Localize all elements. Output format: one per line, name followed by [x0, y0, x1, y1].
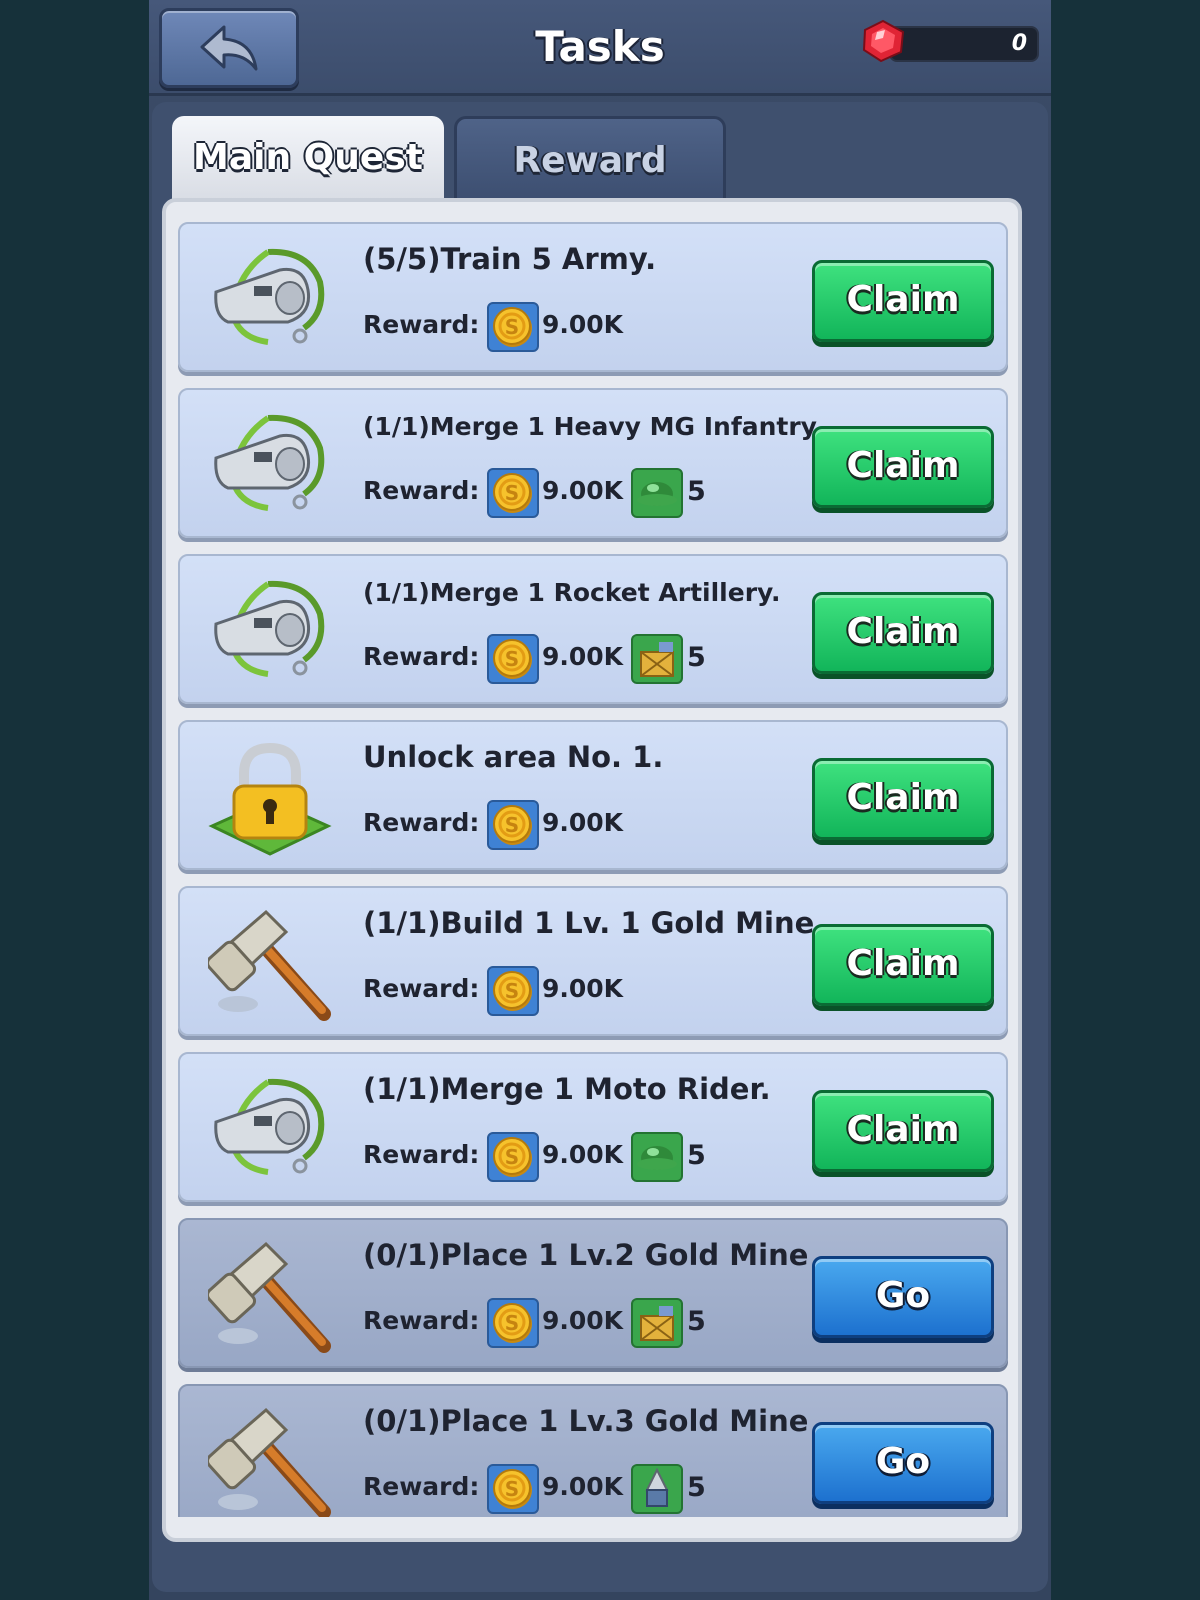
quest-list: (5/5)Train 5 Army. Reward: S 9.00K Claim…: [178, 222, 1008, 1517]
hammer-icon: [205, 906, 332, 1024]
quest-row: (5/5)Train 5 Army. Reward: S 9.00K Claim: [178, 222, 1008, 372]
svg-text:S: S: [505, 481, 519, 505]
tab-reward-quest[interactable]: Reward Quest: [454, 116, 726, 265]
quest-panel: Main Quest Reward Quest (5/5)Train 5 Arm…: [152, 102, 1048, 1592]
reward-label: Reward:: [363, 642, 480, 671]
svg-text:S: S: [505, 315, 519, 339]
hammer-icon: [205, 1238, 332, 1356]
coin-amount: 9.00K: [542, 476, 624, 505]
svg-text:S: S: [505, 647, 519, 671]
svg-text:S: S: [505, 1311, 519, 1335]
extra-amount: 5: [687, 642, 706, 673]
quest-row: (1/1)Merge 1 Moto Rider. Reward: S 9.00K…: [178, 1052, 1008, 1202]
helmet-icon: [631, 1132, 683, 1182]
claim-button[interactable]: Claim: [812, 1090, 994, 1172]
quest-title: (1/1)Merge 1 Moto Rider.: [363, 1072, 771, 1106]
svg-text:S: S: [505, 1145, 519, 1169]
quest-title: (5/5)Train 5 Army.: [363, 242, 657, 276]
tab-main-quest[interactable]: Main Quest: [172, 116, 444, 202]
padlock-icon: [208, 740, 332, 858]
gem-count: 0: [1011, 31, 1027, 56]
reward-label: Reward:: [363, 310, 480, 339]
claim-button[interactable]: Claim: [812, 260, 994, 342]
quest-title: (1/1)Merge 1 Heavy MG Infantry.: [363, 412, 825, 441]
extra-amount: 5: [687, 1306, 706, 1337]
quest-row: (0/1)Place 1 Lv.2 Gold Mine Reward: S 9.…: [178, 1218, 1008, 1368]
quest-title: (0/1)Place 1 Lv.3 Gold Mine: [363, 1404, 809, 1438]
drill-icon: [631, 1464, 683, 1514]
gold-coin-icon: S: [487, 468, 539, 518]
reward-label: Reward:: [363, 1472, 480, 1501]
reward-label: Reward:: [363, 808, 480, 837]
supply-crate-icon: [631, 1298, 683, 1348]
svg-text:S: S: [505, 813, 519, 837]
extra-amount: 5: [687, 476, 706, 507]
extra-amount: 5: [687, 1140, 706, 1171]
game-screen: Tasks 0 Main Quest Reward Quest (5/5)Tra…: [149, 0, 1051, 1600]
whistle-icon: [208, 1072, 332, 1190]
coin-amount: 9.00K: [542, 974, 624, 1003]
gold-coin-icon: S: [487, 966, 539, 1016]
claim-button[interactable]: Claim: [812, 592, 994, 674]
quest-title: (1/1)Merge 1 Rocket Artillery.: [363, 578, 781, 607]
coin-amount: 9.00K: [542, 642, 624, 671]
quest-row: (1/1)Merge 1 Heavy MG Infantry. Reward: …: [178, 388, 1008, 538]
whistle-icon: [208, 242, 332, 360]
quest-title: (1/1)Build 1 Lv. 1 Gold Mine: [363, 906, 815, 940]
reward-label: Reward:: [363, 1140, 480, 1169]
quest-list-container[interactable]: (5/5)Train 5 Army. Reward: S 9.00K Claim…: [162, 198, 1022, 1542]
gold-coin-icon: S: [487, 1464, 539, 1514]
gem-counter: 0: [889, 26, 1039, 62]
quest-row: Unlock area No. 1. Reward: S 9.00K Claim: [178, 720, 1008, 870]
gold-coin-icon: S: [487, 302, 539, 352]
gold-coin-icon: S: [487, 1298, 539, 1348]
gold-coin-icon: S: [487, 634, 539, 684]
coin-amount: 9.00K: [542, 1306, 624, 1335]
reward-label: Reward:: [363, 476, 480, 505]
coin-amount: 9.00K: [542, 1140, 624, 1169]
quest-row: (1/1)Merge 1 Rocket Artillery. Reward: S…: [178, 554, 1008, 704]
reward-label: Reward:: [363, 1306, 480, 1335]
whistle-icon: [208, 408, 332, 526]
quest-row: (0/1)Place 1 Lv.3 Gold Mine Reward: S 9.…: [178, 1384, 1008, 1517]
go-button[interactable]: Go: [812, 1256, 994, 1338]
hammer-icon: [205, 1404, 332, 1517]
gold-coin-icon: S: [487, 1132, 539, 1182]
supply-crate-icon: [631, 634, 683, 684]
coin-amount: 9.00K: [542, 1472, 624, 1501]
helmet-icon: [631, 468, 683, 518]
quest-title: (0/1)Place 1 Lv.2 Gold Mine: [363, 1238, 809, 1272]
reward-label: Reward:: [363, 974, 480, 1003]
header-bar: Tasks 0: [149, 0, 1051, 96]
extra-amount: 5: [687, 1472, 706, 1503]
red-gem-icon: [862, 19, 905, 63]
svg-text:S: S: [505, 1477, 519, 1501]
claim-button[interactable]: Claim: [812, 924, 994, 1006]
quest-row: (1/1)Build 1 Lv. 1 Gold Mine Reward: S 9…: [178, 886, 1008, 1036]
go-button[interactable]: Go: [812, 1422, 994, 1504]
whistle-icon: [208, 574, 332, 692]
quest-title: Unlock area No. 1.: [363, 740, 664, 774]
gold-coin-icon: S: [487, 800, 539, 850]
coin-amount: 9.00K: [542, 310, 624, 339]
svg-text:S: S: [505, 979, 519, 1003]
claim-button[interactable]: Claim: [812, 758, 994, 840]
claim-button[interactable]: Claim: [812, 426, 994, 508]
coin-amount: 9.00K: [542, 808, 624, 837]
